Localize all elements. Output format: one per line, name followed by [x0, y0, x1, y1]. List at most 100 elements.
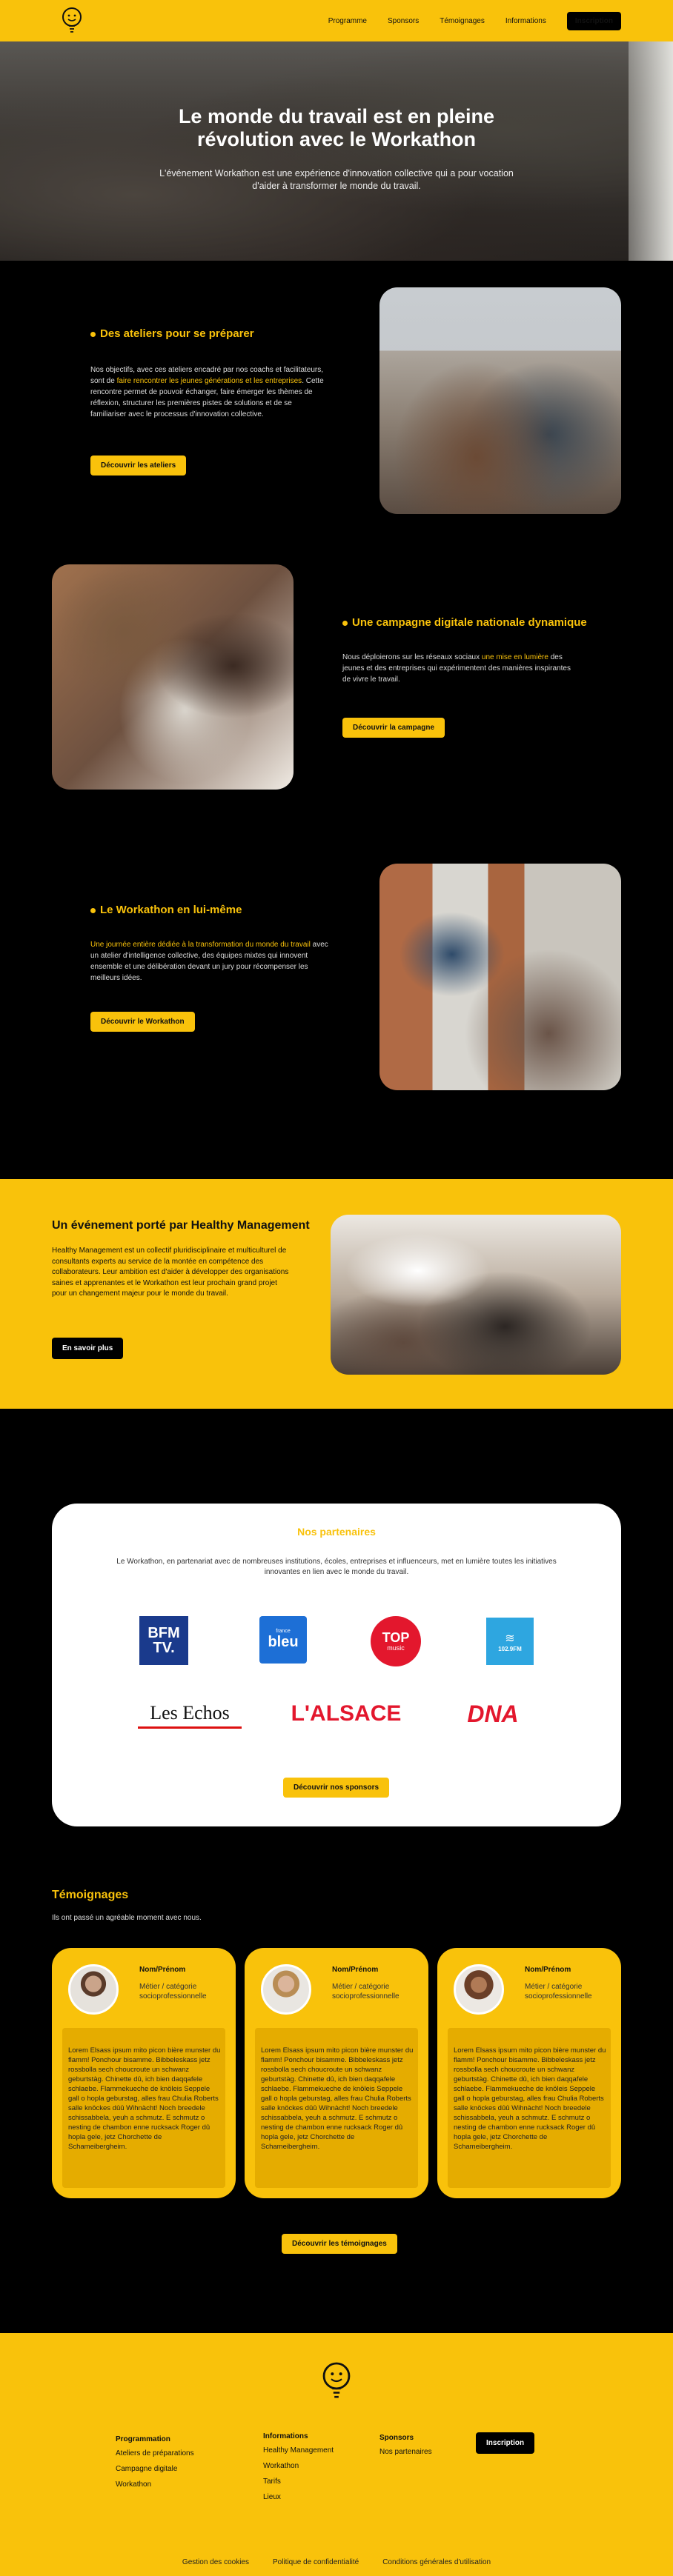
testimonial-quote: Lorem Elsass ipsum mito picon bière muns…	[454, 2046, 606, 2151]
discover-sponsors-button[interactable]: Découvrir nos sponsors	[283, 1778, 390, 1798]
bullet-dot	[342, 620, 348, 626]
feature-workathon-text: Une journée entière dédiée à la transfor…	[90, 939, 329, 984]
footer-link[interactable]: Ateliers de préparations	[116, 2449, 194, 2457]
hero-subtitle: L'événement Workathon est une expérience…	[159, 168, 514, 191]
legal-links: Gestion des cookies Politique de confide…	[0, 2558, 673, 2566]
testimonials-subtitle: Ils ont passé un agréable moment avec no…	[52, 1914, 202, 1922]
footer-col-informations: Informations Healthy Management Workatho…	[263, 2432, 334, 2509]
footer-col-sponsors: Sponsors Nos partenaires	[379, 2434, 432, 2463]
testimonial-quote: Lorem Elsass ipsum mito picon bière muns…	[68, 2046, 221, 2151]
terms-link[interactable]: Conditions générales d'utilisation	[382, 2558, 491, 2566]
hero-title-line1: Le monde du travail est en pleine	[178, 105, 495, 127]
testimonial-role: Métier / catégorie socioprofessionnelle	[525, 1983, 592, 2001]
healthy-photo	[331, 1215, 621, 1375]
testimonials-title: Témoignages	[52, 1889, 129, 1901]
bfmtv-logo[interactable]: BFM TV.	[139, 1616, 188, 1665]
testimonial-card: Nom/Prénom Métier / catégorie socioprofe…	[437, 1948, 621, 2198]
logo-text: music	[387, 1644, 405, 1652]
footer-col-programmation: Programmation Ateliers de préparations C…	[116, 2435, 194, 2496]
nav-programme[interactable]: Programme	[328, 17, 367, 25]
feature-workathon-title: Le Workathon en lui-même	[90, 904, 242, 916]
testimonial-role: Métier / catégorie socioprofessionnelle	[332, 1983, 400, 2001]
footer-heading: Programmation	[116, 2435, 170, 2443]
workathon-photo	[379, 864, 621, 1090]
testimonial-card: Nom/Prénom Métier / catégorie socioprofe…	[245, 1948, 428, 2198]
logo-text: TV.	[153, 1640, 175, 1656]
logo-text: france	[276, 1629, 291, 1634]
avatar	[261, 1964, 311, 2015]
bullet-dot	[90, 331, 96, 337]
feature-ateliers-text: Nos objectifs, avec ces ateliers encadré…	[90, 364, 329, 420]
learn-more-button[interactable]: En savoir plus	[52, 1338, 124, 1359]
hero-title-line2: révolution avec le Workathon	[196, 128, 477, 150]
top-music-logo[interactable]: TOP music	[371, 1616, 421, 1666]
discover-testimonials-button[interactable]: Découvrir les témoignages	[282, 2234, 397, 2254]
footer-heading: Informations	[263, 2432, 308, 2440]
healthy-text: Healthy Management est un collectif plur…	[52, 1247, 289, 1298]
discover-workathon-button[interactable]: Découvrir le Workathon	[90, 1012, 195, 1032]
logo-text: TOP	[382, 1630, 410, 1645]
healthy-management-section: Un événement porté par Healthy Managemen…	[0, 1179, 673, 1409]
text-highlight: Une journée entière dédiée à la transfor…	[90, 941, 311, 949]
hero-banner: Le monde du travail est en pleine révolu…	[0, 41, 673, 261]
footer-inscription-button[interactable]: Inscription	[476, 2432, 535, 2454]
site-footer: Programmation Ateliers de préparations C…	[0, 2333, 673, 2576]
nav-temoignages[interactable]: Témoignages	[440, 17, 485, 25]
workshop-photo	[379, 287, 621, 514]
hero-side-panel	[629, 41, 673, 261]
footer-link[interactable]: Campagne digitale	[116, 2465, 194, 2473]
feature-workathon-title-text: Le Workathon en lui-même	[100, 904, 242, 916]
main-nav: Programme Sponsors Témoignages Informati…	[328, 12, 621, 30]
privacy-link[interactable]: Politique de confidentialité	[273, 2558, 359, 2566]
france-bleu-logo[interactable]: france bleu	[259, 1616, 307, 1664]
site-header: Programme Sponsors Témoignages Informati…	[0, 0, 673, 41]
les-echos-logo[interactable]: Les Echos	[138, 1699, 242, 1729]
healthy-title: Un événement porté par Healthy Managemen…	[52, 1219, 310, 1232]
feature-ateliers-title-text: Des ateliers pour se préparer	[100, 327, 254, 340]
logo-text: bleu	[268, 1634, 299, 1650]
footer-link[interactable]: Nos partenaires	[379, 2448, 432, 2456]
testimonial-name: Nom/Prénom	[525, 1966, 571, 1974]
footer-link[interactable]: Healthy Management	[263, 2446, 334, 2455]
footer-link[interactable]: Tarifs	[263, 2477, 334, 2486]
hero-overlay	[0, 41, 673, 261]
inscription-button[interactable]: Inscription	[566, 12, 621, 30]
bullet-dot	[90, 907, 96, 913]
waves-icon: ≋	[505, 1632, 515, 1645]
nav-sponsors[interactable]: Sponsors	[388, 17, 419, 25]
footer-link[interactable]: Workathon	[263, 2462, 334, 2470]
logo-text: 102.9FM	[498, 1645, 522, 1652]
feature-campagne-text: Nous déploierons sur les réseaux sociaux…	[342, 652, 578, 685]
logo-text: BFM	[147, 1625, 180, 1641]
text-highlight: une mise en lumière	[481, 653, 548, 661]
testimonial-card: Nom/Prénom Métier / catégorie socioprofe…	[52, 1948, 236, 2198]
footer-heading: Sponsors	[379, 2434, 414, 2442]
testimonial-name: Nom/Prénom	[139, 1966, 186, 1974]
lightbulb-speech-icon[interactable]	[319, 2360, 354, 2403]
text-highlight: faire rencontrer les jeunes générations …	[116, 377, 302, 385]
campaign-photo	[52, 564, 294, 790]
footer-link[interactable]: Workathon	[116, 2480, 194, 2489]
hero-title: Le monde du travail est en pleine révolu…	[0, 105, 673, 151]
partners-title: Nos partenaires	[297, 1526, 376, 1538]
testimonial-quote: Lorem Elsass ipsum mito picon bière muns…	[261, 2046, 414, 2151]
feature-campagne-title-text: Une campagne digitale nationale dynamiqu…	[352, 616, 587, 629]
partners-text: Le Workathon, en partenariat avec de nom…	[116, 1558, 557, 1576]
text-part: Nous déploierons sur les réseaux sociaux	[342, 653, 482, 661]
feature-campagne-title: Une campagne digitale nationale dynamiqu…	[342, 616, 587, 629]
feature-ateliers-title: Des ateliers pour se préparer	[90, 327, 254, 340]
footer-link[interactable]: Lieux	[263, 2493, 334, 2501]
avatar	[454, 1964, 504, 2015]
lightbulb-speech-icon[interactable]	[59, 6, 84, 36]
discover-ateliers-button[interactable]: Découvrir les ateliers	[90, 456, 187, 476]
cookies-link[interactable]: Gestion des cookies	[182, 2558, 249, 2566]
lalsace-logo[interactable]: L'ALSACE	[282, 1699, 411, 1729]
discover-campagne-button[interactable]: Découvrir la campagne	[342, 718, 445, 738]
nav-informations[interactable]: Informations	[505, 17, 546, 25]
testimonial-name: Nom/Prénom	[332, 1966, 379, 1974]
testimonial-role: Métier / catégorie socioprofessionnelle	[139, 1983, 207, 2001]
avatar	[68, 1964, 119, 2015]
radio-fm-logo[interactable]: ≋ 102.9FM	[486, 1618, 534, 1665]
dna-logo[interactable]: DNA	[452, 1699, 534, 1729]
partners-card: Nos partenaires Le Workathon, en partena…	[52, 1504, 621, 1826]
